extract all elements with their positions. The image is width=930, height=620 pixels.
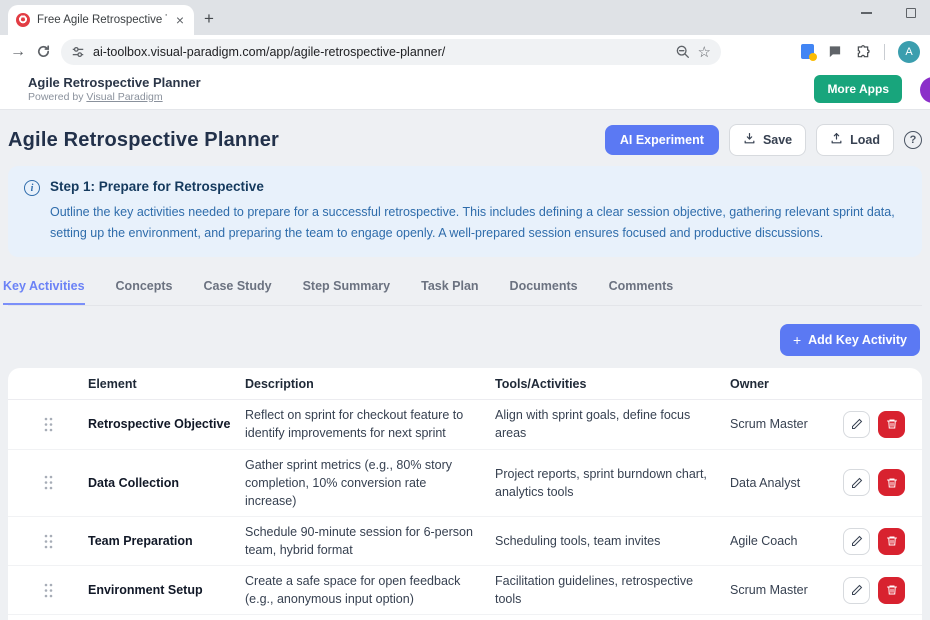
window-maximize-button[interactable] [906,8,916,18]
browser-address-bar: → ai-toolbox.visual-paradigm.com/app/agi… [0,35,930,68]
new-tab-button[interactable]: + [204,9,214,29]
tab-key-activities[interactable]: Key Activities [3,273,85,305]
reload-icon[interactable] [36,44,51,59]
drag-handle-icon[interactable] [8,534,88,549]
page-title: Agile Retrospective Planner [8,129,279,152]
ai-experiment-button[interactable]: AI Experiment [605,125,719,155]
translate-extension-icon[interactable] [801,44,814,59]
zoom-out-icon[interactable] [675,44,690,59]
help-icon[interactable]: ? [904,131,922,149]
drag-handle-icon[interactable] [8,583,88,598]
delete-button[interactable] [878,528,905,555]
step-info-box: i Step 1: Prepare for Retrospective Outl… [8,166,922,257]
bookmark-star-icon[interactable]: ☆ [698,43,711,61]
tab-concepts[interactable]: Concepts [116,273,173,305]
save-button[interactable]: Save [729,124,806,156]
url-text[interactable]: ai-toolbox.visual-paradigm.com/app/agile… [93,45,667,59]
load-button[interactable]: Load [816,124,894,156]
cell-element: Retrospective Objective [88,417,245,431]
table-row: Retrospective Objective Reflect on sprin… [8,400,922,449]
edit-button[interactable] [843,411,870,438]
header-element: Element [88,377,245,391]
cell-description: Create a safe space for open feedback (e… [245,572,495,608]
cell-owner: Data Analyst [730,474,843,492]
save-button-label: Save [763,133,792,147]
cell-owner: Scrum Master [730,581,843,599]
header-tools: Tools/Activities [495,377,730,391]
site-settings-icon[interactable] [71,45,85,59]
cell-element: Data Collection [88,476,245,490]
profile-avatar[interactable]: A [898,41,920,63]
delete-button[interactable] [878,411,905,438]
plus-icon: + [793,332,801,348]
cell-owner: Agile Coach [730,532,843,550]
edit-button[interactable] [843,577,870,604]
table-row: Data Collection Gather sprint metrics (e… [8,450,922,517]
cell-tools: Project reports, sprint burndown chart, … [495,465,730,501]
delete-button[interactable] [878,577,905,604]
add-key-activity-label: Add Key Activity [808,333,907,347]
tab-bar: Key Activities Concepts Case Study Step … [8,273,922,306]
header-description: Description [245,377,495,391]
edit-button[interactable] [843,528,870,555]
step-title: Step 1: Prepare for Retrospective [50,179,906,194]
powered-by: Powered by Visual Paradigm [28,91,201,103]
table-header-row: Element Description Tools/Activities Own… [8,368,922,400]
tab-case-study[interactable]: Case Study [203,273,271,305]
header-owner: Owner [730,377,843,391]
cell-owner: Scrum Master [730,415,843,433]
info-icon: i [24,180,40,196]
apps-avatar-partial[interactable] [920,77,930,103]
cell-element: Environment Setup [88,583,245,597]
powered-by-prefix: Powered by [28,91,86,103]
extensions-puzzle-icon[interactable] [855,44,871,60]
browser-tab[interactable]: Free Agile Retrospective Tool | F × [8,5,194,35]
add-key-activity-button[interactable]: + Add Key Activity [780,324,920,356]
load-button-label: Load [850,133,880,147]
site-favicon-icon [16,13,30,27]
step-description: Outline the key activities needed to pre… [50,202,906,243]
drag-handle-icon[interactable] [8,475,88,490]
cell-description: Reflect on sprint for checkout feature t… [245,406,495,442]
url-field[interactable]: ai-toolbox.visual-paradigm.com/app/agile… [61,39,721,65]
download-icon [743,132,756,148]
tab-documents[interactable]: Documents [510,273,578,305]
tab-comments[interactable]: Comments [609,273,674,305]
table-row: Team Preparation Schedule 90-minute sess… [8,517,922,566]
upload-icon [830,132,843,148]
tab-title: Free Agile Retrospective Tool | F [37,14,167,26]
delete-button[interactable] [878,469,905,496]
more-apps-button[interactable]: More Apps [814,75,902,103]
cell-tools: Align with sprint goals, define focus ar… [495,406,730,442]
forward-icon[interactable]: → [10,43,26,61]
tab-close-icon[interactable]: × [174,12,186,28]
drag-handle-icon[interactable] [8,417,88,432]
browser-tab-strip: Free Agile Retrospective Tool | F × + [0,0,930,35]
edit-button[interactable] [843,469,870,496]
main-content: Agile Retrospective Planner AI Experimen… [0,110,930,620]
comment-icon[interactable] [827,44,842,59]
key-activities-table: Element Description Tools/Activities Own… [8,368,922,620]
cell-tools: Scheduling tools, team invites [495,532,730,550]
visual-paradigm-link[interactable]: Visual Paradigm [86,91,162,103]
tab-step-summary[interactable]: Step Summary [303,273,391,305]
cell-tools: Facilitation guidelines, retrospective t… [495,572,730,608]
cell-description: Schedule 90-minute session for 6-person … [245,523,495,559]
tab-task-plan[interactable]: Task Plan [421,273,478,305]
table-row: Stakeholder Input Include feedback from … [8,615,922,620]
cell-description: Gather sprint metrics (e.g., 80% story c… [245,456,495,510]
cell-element: Team Preparation [88,534,245,548]
table-row: Environment Setup Create a safe space fo… [8,566,922,615]
window-minimize-button[interactable] [861,12,872,14]
divider [884,44,885,60]
app-title: Agile Retrospective Planner [28,75,201,90]
app-header: Agile Retrospective Planner Powered by V… [0,68,930,110]
